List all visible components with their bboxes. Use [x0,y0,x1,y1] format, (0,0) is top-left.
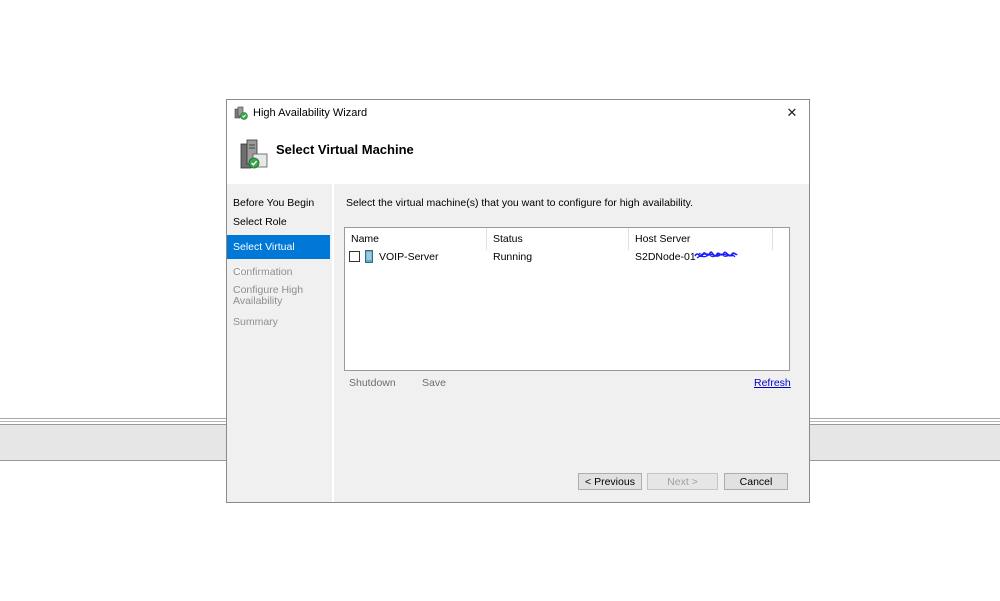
window-title: High Availability Wizard [253,107,368,119]
previous-button[interactable]: < Previous [578,473,642,490]
vm-name: VOIP-Server [379,251,439,263]
nav-step-select-role[interactable]: Select Role [233,217,329,228]
button-bar: < Previous Next > Cancel [334,463,809,502]
instruction-text: Select the virtual machine(s) that you w… [346,197,694,209]
wizard-steps-nav: Before You Begin Select Role Select Virt… [227,184,332,502]
column-header-status[interactable]: Status [487,228,629,250]
column-header-host-server[interactable]: Host Server [629,228,773,250]
nav-step-configure-high-availability: Configure High Availability [233,284,304,307]
nav-step-select-virtual-machine[interactable]: Select Virtual Machine [227,235,330,277]
close-button[interactable]: ✕ [777,100,807,126]
redaction-scribble [694,248,738,265]
table-row[interactable]: VOIP-Server Running S2DNode-01 [345,250,789,266]
wizard-header: Select Virtual Machine [227,128,809,184]
refresh-link[interactable]: Refresh [754,377,791,389]
vm-list[interactable]: Name Status Host Server VOIP-Server Runn… [344,227,790,371]
vm-host-server: S2DNode-01 [635,251,696,263]
virtual-machine-icon [365,250,373,263]
vm-status: Running [493,251,533,263]
wizard-dialog: High Availability Wizard ✕ Select Virtua… [226,99,810,503]
wizard-content: Select the virtual machine(s) that you w… [334,184,809,502]
cluster-wizard-icon [239,138,269,172]
nav-step-before-you-begin[interactable]: Before You Begin [233,198,329,209]
page-title: Select Virtual Machine [276,142,414,157]
save-action: Save [422,377,446,389]
close-icon: ✕ [786,105,798,120]
vm-checkbox[interactable] [349,251,360,262]
cancel-button[interactable]: Cancel [724,473,788,490]
shutdown-action: Shutdown [349,377,396,389]
title-bar[interactable]: High Availability Wizard ✕ [227,100,809,128]
next-button: Next > [647,473,718,490]
nav-step-confirmation: Confirmation [233,266,293,278]
nav-step-summary: Summary [233,316,278,328]
column-header-name[interactable]: Name [345,228,487,250]
cluster-icon [234,106,248,120]
